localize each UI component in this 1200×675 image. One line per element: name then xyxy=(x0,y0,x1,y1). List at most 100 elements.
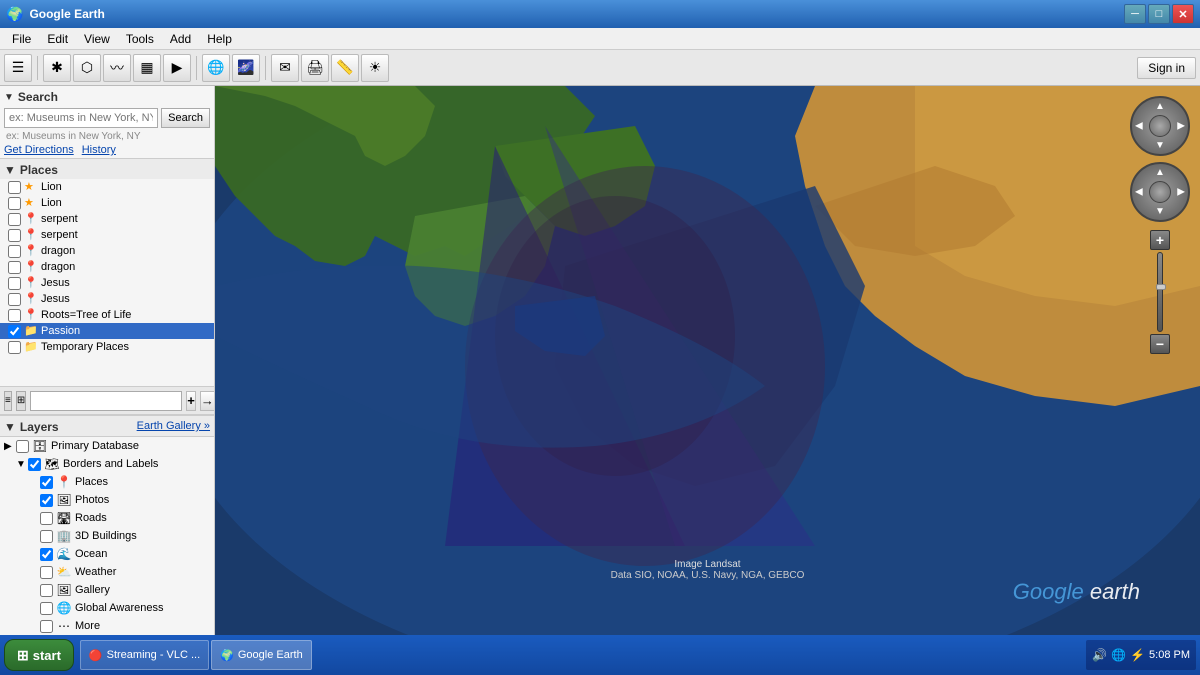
get-directions-link[interactable]: Get Directions xyxy=(4,144,74,156)
place-checkbox-lion-1[interactable] xyxy=(8,181,21,194)
menu-tools[interactable]: Tools xyxy=(118,30,162,48)
start-label: start xyxy=(33,648,61,663)
place-item-roots[interactable]: 📍 Roots=Tree of Life xyxy=(0,307,214,323)
place-checkbox-temp[interactable] xyxy=(8,341,21,354)
toolbar-print-btn[interactable]: 🖨 xyxy=(301,54,329,82)
minimize-button[interactable]: ─ xyxy=(1124,4,1146,24)
zoom-out-button[interactable]: − xyxy=(1150,334,1170,354)
place-checkbox-dragon-1[interactable] xyxy=(8,245,21,258)
taskbar-google-earth[interactable]: 🌍 Google Earth xyxy=(211,640,312,670)
place-item-lion-2[interactable]: ★ Lion xyxy=(0,195,214,211)
layer-item-borders[interactable]: ▼ 🗺 Borders and Labels xyxy=(0,455,214,473)
toolbar-sunlight-btn[interactable]: ☀ xyxy=(361,54,389,82)
layer-expand-borders[interactable]: ▼ xyxy=(16,459,28,470)
place-label-serpent-2: serpent xyxy=(41,229,78,241)
place-checkbox-jesus-2[interactable] xyxy=(8,293,21,306)
toolbar-image-overlay-btn[interactable]: ▦ xyxy=(133,54,161,82)
place-item-jesus-1[interactable]: 📍 Jesus xyxy=(0,275,214,291)
layer-checkbox-more[interactable] xyxy=(40,620,53,633)
layer-item-3d-buildings[interactable]: 🏢 3D Buildings xyxy=(0,527,214,545)
search-header[interactable]: ▼ Search xyxy=(4,90,210,104)
place-checkbox-passion[interactable] xyxy=(8,325,21,338)
orbit-ring[interactable]: ▲ ▼ ◀ ▶ xyxy=(1130,96,1190,156)
layer-expand-primary[interactable]: ▶ xyxy=(4,441,16,452)
menu-add[interactable]: Add xyxy=(162,30,199,48)
toolbar-measure-btn[interactable]: 📏 xyxy=(331,54,359,82)
place-item-serpent-1[interactable]: 📍 serpent xyxy=(0,211,214,227)
place-label-jesus-1: Jesus xyxy=(41,277,70,289)
zoom-in-button[interactable]: + xyxy=(1150,230,1170,250)
layer-label-places: Places xyxy=(75,476,108,488)
layer-item-roads[interactable]: 🛣 Roads xyxy=(0,509,214,527)
earth-taskbar-label: Google Earth xyxy=(238,649,303,661)
tray-icon-1: 🔊 xyxy=(1092,648,1107,662)
view-btn-list[interactable]: ≡ xyxy=(4,391,12,411)
search-button[interactable]: Search xyxy=(161,108,210,128)
windows-logo-icon: ⊞ xyxy=(17,647,29,664)
places-add-button[interactable]: + xyxy=(186,391,196,411)
place-item-lion-1[interactable]: ★ Lion xyxy=(0,179,214,195)
toolbar-tour-btn[interactable]: ▶ xyxy=(163,54,191,82)
place-checkbox-serpent-2[interactable] xyxy=(8,229,21,242)
layer-item-places[interactable]: 📍 Places xyxy=(0,473,214,491)
menu-help[interactable]: Help xyxy=(199,30,240,48)
place-item-passion[interactable]: 📁 Passion xyxy=(0,323,214,339)
close-button[interactable]: ✕ xyxy=(1172,4,1194,24)
menu-edit[interactable]: Edit xyxy=(39,30,76,48)
place-checkbox-serpent-1[interactable] xyxy=(8,213,21,226)
sign-in-button[interactable]: Sign in xyxy=(1137,57,1196,79)
search-input[interactable] xyxy=(4,108,158,128)
layer-checkbox-gallery[interactable] xyxy=(40,584,53,597)
history-link[interactable]: History xyxy=(82,144,116,156)
places-header[interactable]: ▼ Places xyxy=(0,159,214,179)
layer-item-photos[interactable]: 🖼 Photos xyxy=(0,491,214,509)
toolbar-sidebar-btn[interactable]: ☰ xyxy=(4,54,32,82)
layer-item-primary-db[interactable]: ▶ 🗄 Primary Database xyxy=(0,437,214,455)
layer-checkbox-3d[interactable] xyxy=(40,530,53,543)
layer-item-ocean[interactable]: 🌊 Ocean xyxy=(0,545,214,563)
layer-checkbox-primary-db[interactable] xyxy=(16,440,29,453)
toolbar-email-btn[interactable]: ✉ xyxy=(271,54,299,82)
map-area[interactable]: Image Landsat Data SIO, NOAA, U.S. Navy,… xyxy=(215,86,1200,635)
layer-checkbox-places[interactable] xyxy=(40,476,53,489)
place-item-jesus-2[interactable]: 📍 Jesus xyxy=(0,291,214,307)
layer-checkbox-roads[interactable] xyxy=(40,512,53,525)
toolbar-earth-btn[interactable]: 🌐 xyxy=(202,54,230,82)
layer-item-more[interactable]: ⋯ More xyxy=(0,617,214,635)
system-clock: 5:08 PM xyxy=(1149,649,1190,661)
place-item-dragon-2[interactable]: 📍 dragon xyxy=(0,259,214,275)
menu-file[interactable]: File xyxy=(4,30,39,48)
view-btn-icon[interactable]: ⊞ xyxy=(16,391,26,411)
layer-item-weather[interactable]: ⛅ Weather xyxy=(0,563,214,581)
layer-checkbox-borders[interactable] xyxy=(28,458,41,471)
start-button[interactable]: ⊞ start xyxy=(4,639,74,671)
toolbar-placemark-btn[interactable]: ✱ xyxy=(43,54,71,82)
layer-checkbox-photos[interactable] xyxy=(40,494,53,507)
layer-checkbox-weather[interactable] xyxy=(40,566,53,579)
layer-item-gallery[interactable]: 🖼 Gallery xyxy=(0,581,214,599)
toolbar-sky-btn[interactable]: 🌌 xyxy=(232,54,260,82)
places-remove-button[interactable]: → xyxy=(200,391,215,411)
toolbar-polygon-btn[interactable]: ⬡ xyxy=(73,54,101,82)
google-earth-logo: Google earth xyxy=(1013,579,1140,605)
layer-checkbox-ocean[interactable] xyxy=(40,548,53,561)
places-search-input[interactable] xyxy=(30,391,182,411)
layers-header[interactable]: ▼ Layers xyxy=(0,416,133,436)
zoom-thumb[interactable] xyxy=(1156,284,1166,290)
maximize-button[interactable]: □ xyxy=(1148,4,1170,24)
place-item-serpent-2[interactable]: 📍 serpent xyxy=(0,227,214,243)
place-checkbox-roots[interactable] xyxy=(8,309,21,322)
place-checkbox-jesus-1[interactable] xyxy=(8,277,21,290)
earth-gallery-button[interactable]: Earth Gallery » xyxy=(133,418,214,434)
pan-ring[interactable]: ▲ ▼ ◀ ▶ xyxy=(1130,162,1190,222)
zoom-slider[interactable] xyxy=(1157,252,1163,332)
place-checkbox-lion-2[interactable] xyxy=(8,197,21,210)
place-item-dragon-1[interactable]: 📍 dragon xyxy=(0,243,214,259)
menu-view[interactable]: View xyxy=(76,30,118,48)
layer-checkbox-global[interactable] xyxy=(40,602,53,615)
place-checkbox-dragon-2[interactable] xyxy=(8,261,21,274)
taskbar-vlc[interactable]: 🔴 Streaming - VLC ... xyxy=(80,640,209,670)
layer-item-global-awareness[interactable]: 🌐 Global Awareness xyxy=(0,599,214,617)
place-item-temp[interactable]: 📁 Temporary Places xyxy=(0,339,214,355)
toolbar-path-btn[interactable]: 〰 xyxy=(103,54,131,82)
